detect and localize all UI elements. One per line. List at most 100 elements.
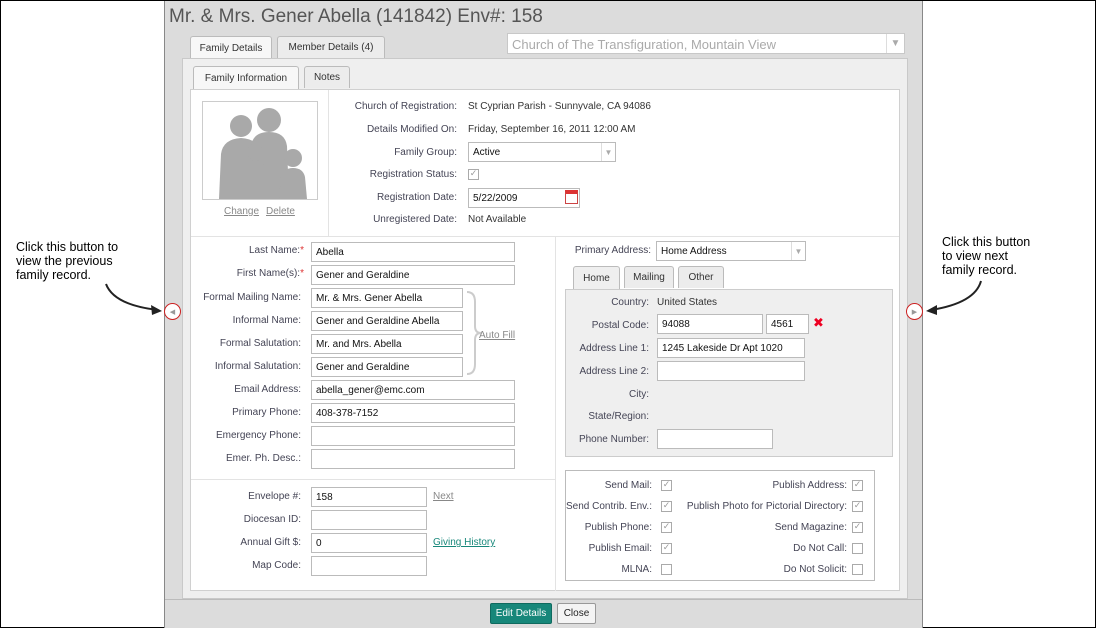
formal-mailing-name-input[interactable]: Mr. & Mrs. Gener Abella [311, 288, 463, 308]
annual-gift-label: Annual Gift $: [240, 537, 301, 548]
annual-gift-input[interactable]: 0 [311, 533, 427, 553]
mlna-label: MLNA: [621, 564, 652, 575]
tab-notes[interactable]: Notes [304, 66, 350, 88]
primary-phone-label: Primary Phone: [232, 407, 301, 418]
annotation-next-line: Click this button [942, 235, 1031, 249]
send-magazine-checkbox[interactable]: ✓ [852, 522, 863, 533]
primary-address-label: Primary Address: [574, 245, 651, 256]
publish-phone-label: Publish Phone: [584, 522, 652, 533]
first-name-label: First Name(s):* [237, 268, 304, 279]
email-input[interactable]: abella_gener@emc.com [311, 380, 515, 400]
photo-divider [328, 90, 329, 236]
tab-family-details[interactable]: Family Details [190, 36, 272, 60]
primary-phone-input[interactable]: 408-378-7152 [311, 403, 515, 423]
previous-record-button[interactable]: ◀ [164, 303, 181, 320]
family-dialog: Mr. & Mrs. Gener Abella (141842) Env#: 1… [164, 1, 923, 628]
section-divider [191, 236, 899, 237]
send-mail-checkbox[interactable]: ✓ [661, 480, 672, 491]
change-photo-link[interactable]: Change [224, 206, 259, 217]
next-envelope-link[interactable]: Next [433, 491, 454, 502]
last-name-input[interactable]: Abella [311, 242, 515, 262]
tab-member-details[interactable]: Member Details (4) [277, 36, 385, 58]
mlna-checkbox[interactable] [661, 564, 672, 575]
postal-code-label: Postal Code: [591, 320, 649, 331]
state-region-label: State/Region: [588, 411, 649, 422]
do-not-solicit-checkbox[interactable] [852, 564, 863, 575]
primary-address-value: Home Address [661, 246, 727, 257]
envelope-divider [191, 479, 555, 480]
first-name-input[interactable]: Gener and Geraldine [311, 265, 515, 285]
edit-details-button[interactable]: Edit Details [490, 603, 552, 624]
annotation-next-line: to view next [942, 249, 1009, 263]
do-not-call-label: Do Not Call: [793, 543, 847, 554]
giving-history-link[interactable]: Giving History [433, 537, 495, 548]
informal-name-input[interactable]: Gener and Geraldine Abella [311, 311, 463, 331]
annotation-previous-line: Click this button to [16, 240, 119, 254]
address-panel: Country: United States Postal Code: 9408… [565, 289, 893, 457]
family-group-select[interactable]: Active ▼ [468, 142, 616, 162]
delete-photo-link[interactable]: Delete [266, 206, 295, 217]
family-information-panel: Change Delete Church of Registration: St… [190, 89, 900, 591]
publish-photo-label: Publish Photo for Pictorial Directory: [686, 501, 847, 512]
details-modified-label: Details Modified On: [366, 124, 457, 135]
map-code-input[interactable] [311, 556, 427, 576]
chevron-right-icon: ▶ [911, 307, 918, 316]
primary-address-select[interactable]: Home Address ▼ [656, 241, 806, 261]
diocesan-id-input[interactable] [311, 510, 427, 530]
next-record-button[interactable]: ▶ [906, 303, 923, 320]
formal-mailing-name-label: Formal Mailing Name: [203, 292, 301, 303]
close-button[interactable]: Close [557, 603, 596, 624]
calendar-icon[interactable] [565, 190, 578, 204]
address-line2-label: Address Line 2: [579, 366, 650, 377]
chevron-down-icon: ▼ [791, 242, 805, 260]
postal-code-input[interactable]: 94088 [657, 314, 763, 334]
publish-photo-checkbox[interactable]: ✓ [852, 501, 863, 512]
tab-home-address[interactable]: Home [573, 266, 620, 290]
church-select-value: Church of The Transfiguration, Mountain … [512, 37, 776, 52]
address-phone-input[interactable] [657, 429, 773, 449]
registration-status-checkbox[interactable]: ✓ [468, 169, 479, 180]
do-not-solicit-label: Do Not Solicit: [783, 564, 847, 575]
unregistered-date-label: Unregistered Date: [373, 214, 457, 225]
email-label: Email Address: [234, 384, 301, 395]
screenshot-frame: Click this button to view the previous f… [0, 0, 1096, 628]
clear-postal-icon[interactable]: ✖ [813, 317, 824, 330]
publish-email-label: Publish Email: [588, 543, 652, 554]
registration-date-value: 5/22/2009 [473, 193, 518, 204]
tab-family-information[interactable]: Family Information [193, 66, 299, 90]
publish-phone-checkbox[interactable]: ✓ [661, 522, 672, 533]
last-name-label-text: Last Name: [248, 245, 301, 256]
publish-address-checkbox[interactable]: ✓ [852, 480, 863, 491]
address-line2-input[interactable] [657, 361, 805, 381]
informal-name-label: Informal Name: [232, 315, 301, 326]
envelope-label: Envelope #: [248, 491, 301, 502]
publish-email-checkbox[interactable]: ✓ [661, 543, 672, 554]
informal-salutation-input[interactable]: Gener and Geraldine [311, 357, 463, 377]
required-marker: * [300, 245, 304, 256]
family-details-panel: Family Information Notes Change Delete C… [182, 58, 908, 599]
registration-date-input[interactable]: 5/22/2009 [468, 188, 580, 208]
envelope-input[interactable]: 158 [311, 487, 427, 507]
address-line1-input[interactable]: 1245 Lakeside Dr Apt 1020 [657, 338, 805, 358]
preferences-box: Send Mail: ✓ Send Contrib. Env.: ✓ Publi… [565, 470, 875, 581]
send-contrib-checkbox[interactable]: ✓ [661, 501, 672, 512]
tab-mailing-address[interactable]: Mailing [624, 266, 674, 288]
formal-salutation-input[interactable]: Mr. and Mrs. Abella [311, 334, 463, 354]
emergency-phone-desc-input[interactable] [311, 449, 515, 469]
church-registration-label: Church of Registration: [354, 101, 457, 112]
tab-other-address[interactable]: Other [678, 266, 724, 288]
last-name-label: Last Name:* [249, 245, 304, 256]
annotation-previous-line: view the previous [16, 254, 113, 268]
phone-number-label: Phone Number: [578, 434, 649, 445]
do-not-call-checkbox[interactable] [852, 543, 863, 554]
family-group-value: Active [473, 147, 501, 158]
annotation-next-line: family record. [942, 263, 1018, 277]
church-select[interactable]: Church of The Transfiguration, Mountain … [507, 33, 905, 54]
family-group-label: Family Group: [394, 147, 457, 158]
auto-fill-link[interactable]: Auto Fill [479, 330, 515, 341]
unregistered-date-value: Not Available [468, 214, 527, 225]
chevron-down-icon: ▼ [601, 143, 615, 161]
emergency-phone-input[interactable] [311, 426, 515, 446]
postal-code-ext-input[interactable]: 4561 [766, 314, 809, 334]
send-magazine-label: Send Magazine: [774, 522, 847, 533]
